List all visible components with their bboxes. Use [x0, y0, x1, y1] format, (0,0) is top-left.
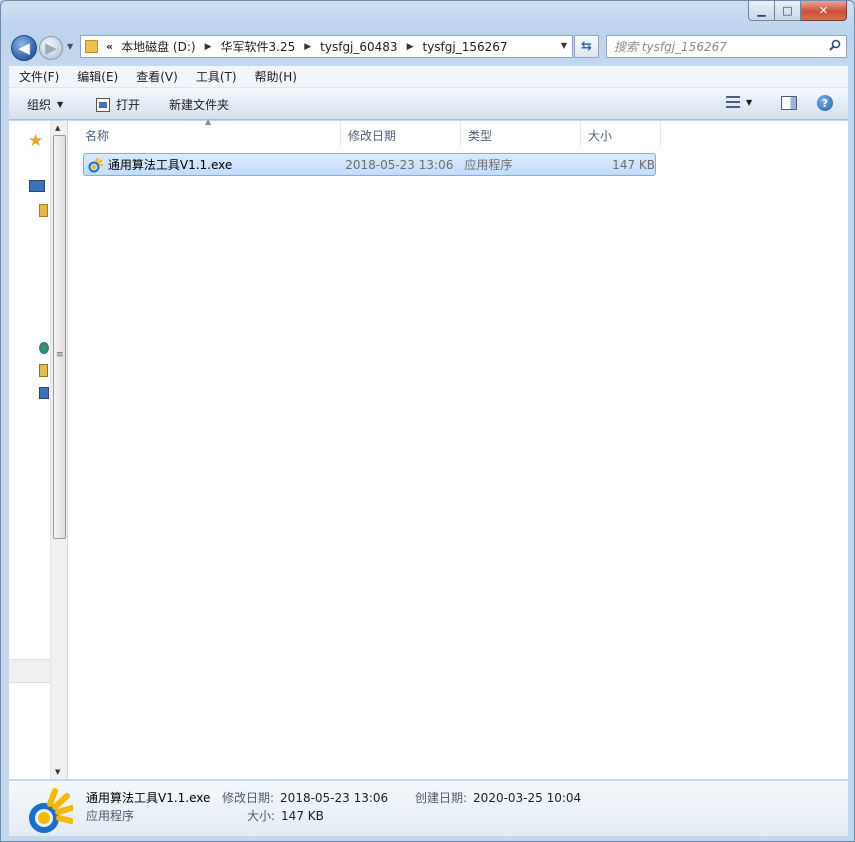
breadcrumb-separator-icon[interactable]: ▶ [304, 42, 311, 52]
command-bar: 组织 ▼ 打开 新建文件夹 ▼ ? [9, 88, 848, 120]
file-list: ▲ 名称 修改日期 类型 大小 通用算法工具V1.1.exe 2018-05-2… [68, 117, 848, 779]
details-size: 大小: 147 KB [247, 807, 324, 824]
scroll-down-arrow-icon[interactable]: ▼ [55, 768, 60, 776]
details-file-type: 应用程序 [86, 809, 135, 823]
nav-pane-horizontal-scrollbar[interactable] [9, 659, 50, 683]
chevron-down-icon[interactable]: ▼ [746, 98, 752, 107]
network-icon[interactable] [39, 387, 49, 399]
details-file-name: 通用算法工具V1.1.exe [86, 791, 211, 805]
breadcrumb-item[interactable]: tysfgj_60483 [320, 40, 397, 54]
breadcrumb-separator-icon[interactable]: ▶ [407, 42, 414, 52]
back-button[interactable]: ◀ [11, 35, 37, 61]
preview-pane-icon[interactable] [781, 96, 797, 110]
close-button[interactable]: ✕ [801, 1, 847, 21]
details-date-modified: 修改日期: 2018-05-23 13:06 [222, 789, 388, 806]
details-created-value: 2020-03-25 10:04 [473, 791, 582, 805]
address-history-dropdown-icon[interactable]: ▼ [561, 41, 567, 50]
libraries-icon[interactable] [39, 204, 48, 217]
nav-pane-scrollbar[interactable]: ▲ ≡ ▼ [50, 121, 67, 779]
favorites-star-icon[interactable]: ★ [28, 131, 43, 151]
minimize-button[interactable]: ▁ [748, 1, 775, 21]
details-size-value: 147 KB [281, 809, 324, 823]
homegroup-icon[interactable] [39, 342, 49, 354]
breadcrumb-item[interactable]: tysfgj_156267 [423, 40, 508, 54]
details-size-label: 大小: [247, 809, 276, 823]
new-folder-label: 新建文件夹 [169, 98, 230, 112]
scroll-up-arrow-icon[interactable]: ▲ [55, 124, 60, 132]
application-icon [88, 157, 103, 172]
column-headers: ▲ 名称 修改日期 类型 大小 [78, 117, 661, 147]
maximize-button[interactable]: □ [775, 1, 801, 21]
breadcrumb-separator-icon[interactable]: ▶ [205, 42, 212, 52]
menu-file[interactable]: 文件(F) [9, 68, 67, 85]
search-icon[interactable] [829, 39, 841, 51]
file-date-modified: 2018-05-23 13:06 [345, 157, 454, 172]
navigation-pane: ★ ▲ ≡ ▼ [9, 121, 67, 779]
breadcrumb-item[interactable]: 华军软件3.25 [221, 38, 296, 55]
menu-help[interactable]: 帮助(H) [245, 68, 305, 85]
chevron-down-icon: ▼ [57, 100, 64, 109]
column-header-size[interactable]: 大小 [581, 121, 661, 147]
column-header-size-label: 大小 [588, 129, 613, 143]
open-button[interactable]: 打开 [96, 96, 140, 113]
column-header-type-label: 类型 [468, 129, 493, 143]
column-header-type[interactable]: 类型 [461, 121, 581, 147]
file-name: 通用算法工具V1.1.exe [107, 158, 233, 172]
application-icon [29, 788, 73, 833]
open-label: 打开 [116, 98, 141, 112]
details-date-created: 创建日期: 2020-03-25 10:04 [415, 789, 581, 806]
column-header-date-label: 修改日期 [348, 129, 397, 143]
file-size: 147 KB [612, 157, 655, 172]
menu-edit[interactable]: 编辑(E) [67, 68, 126, 85]
explorer-window: ▁ □ ✕ ◀ ▶ ▼ « 本地磁盘 (D:) ▶ 华军软件3.25 ▶ tys… [0, 0, 855, 842]
breadcrumb-item[interactable]: 本地磁盘 (D:) [121, 38, 195, 55]
recent-pages-dropdown-icon[interactable]: ▼ [67, 42, 73, 51]
help-icon[interactable]: ? [817, 95, 833, 111]
organize-button[interactable]: 组织 ▼ [27, 96, 63, 113]
scrollbar-thumb[interactable]: ≡ [53, 135, 66, 539]
details-pane: 通用算法工具V1.1.exe 应用程序 修改日期: 2018-05-23 13:0… [9, 780, 848, 836]
refresh-button[interactable]: ⇆ [574, 35, 599, 58]
desktop-icon[interactable] [29, 180, 45, 192]
address-bar[interactable]: « 本地磁盘 (D:) ▶ 华军软件3.25 ▶ tysfgj_60483 ▶ … [80, 35, 573, 58]
sort-ascending-icon: ▲ [205, 117, 212, 126]
file-type: 应用程序 [464, 158, 513, 172]
open-icon [96, 97, 110, 112]
details-modified-label: 修改日期: [222, 791, 275, 805]
details-created-label: 创建日期: [415, 791, 468, 805]
column-header-name[interactable]: ▲ 名称 [78, 117, 341, 147]
details-view-icon [726, 96, 740, 108]
folder-icon [85, 40, 98, 53]
breadcrumb-overflow[interactable]: « [106, 40, 113, 53]
details-modified-value: 2018-05-23 13:06 [280, 791, 389, 805]
change-view-button[interactable]: ▼ [726, 96, 752, 108]
search-placeholder: 搜索 tysfgj_156267 [614, 40, 727, 54]
menu-view[interactable]: 查看(V) [126, 68, 186, 85]
menu-bar: 文件(F) 编辑(E) 查看(V) 工具(T) 帮助(H) [9, 66, 848, 88]
scroll-grip-icon: ≡ [56, 350, 64, 360]
caption-buttons: ▁ □ ✕ [748, 1, 847, 21]
menu-tools[interactable]: 工具(T) [186, 68, 245, 85]
new-folder-button[interactable]: 新建文件夹 [169, 96, 229, 113]
column-header-name-label: 名称 [85, 129, 110, 143]
computer-icon[interactable] [39, 364, 48, 377]
organize-label: 组织 [27, 98, 52, 112]
search-input[interactable]: 搜索 tysfgj_156267 [606, 35, 847, 58]
forward-button[interactable]: ▶ [39, 36, 63, 60]
column-header-date-modified[interactable]: 修改日期 [341, 121, 461, 147]
navigation-bar: ◀ ▶ ▼ « 本地磁盘 (D:) ▶ 华军软件3.25 ▶ tysfgj_60… [1, 31, 855, 63]
table-row[interactable]: 通用算法工具V1.1.exe 2018-05-23 13:06 应用程序 147… [83, 153, 656, 176]
